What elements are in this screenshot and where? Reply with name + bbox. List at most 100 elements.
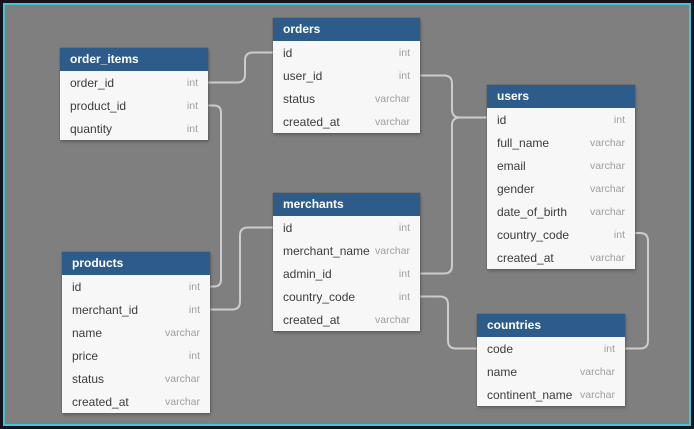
field-name: merchant_id (72, 302, 139, 317)
diagram-window: order_items order_id int product_id int quan… (0, 0, 694, 429)
field-type: int (186, 99, 198, 112)
field-row-merchants-created_at[interactable]: created_at varchar (273, 308, 420, 331)
table-fields: id int full_name varchar email varchar gender v… (487, 108, 635, 269)
field-type: varchar (589, 159, 625, 172)
table-merchants[interactable]: merchants id int merchant_name varchar admin… (273, 193, 420, 331)
field-type: int (613, 113, 625, 126)
table-products[interactable]: products id int merchant_id int name varchar p… (62, 252, 210, 413)
field-name: created_at (497, 250, 554, 265)
field-row-merchants-id[interactable]: id int (273, 216, 420, 239)
field-type: varchar (589, 251, 625, 264)
field-name: email (497, 158, 526, 173)
table-fields: code int name varchar continent_name varchar (477, 337, 625, 406)
field-row-products-merchant_id[interactable]: merchant_id int (62, 298, 210, 321)
field-row-merchants-country_code[interactable]: country_code int (273, 285, 420, 308)
field-row-countries-name[interactable]: name varchar (477, 360, 625, 383)
field-name: order_id (70, 75, 115, 90)
relationship-line-orders-users[interactable] (419, 74, 488, 119)
relationship-line-merchants-users[interactable] (419, 116, 488, 275)
table-fields: order_id int product_id int quantity int (60, 71, 208, 140)
field-row-products-name[interactable]: name varchar (62, 321, 210, 344)
field-row-countries-continent_name[interactable]: continent_name varchar (477, 383, 625, 406)
relationship-line-merchants-products[interactable] (209, 226, 274, 311)
field-row-users-email[interactable]: email varchar (487, 154, 635, 177)
field-row-users-gender[interactable]: gender varchar (487, 177, 635, 200)
table-header-merchants[interactable]: merchants (273, 193, 420, 216)
field-name: id (72, 279, 82, 294)
field-row-users-created_at[interactable]: created_at varchar (487, 246, 635, 269)
field-row-users-country_code[interactable]: country_code int (487, 223, 635, 246)
field-type: int (613, 228, 625, 241)
table-countries[interactable]: countries code int name varchar continent_na… (477, 314, 625, 406)
field-type: int (398, 267, 410, 280)
field-row-orders-user_id[interactable]: user_id int (273, 64, 420, 87)
field-row-merchants-merchant_name[interactable]: merchant_name varchar (273, 239, 420, 262)
table-title: orders (283, 22, 321, 36)
table-title: products (72, 256, 124, 270)
table-fields: id int user_id int status varchar created_at va… (273, 41, 420, 133)
table-header-users[interactable]: users (487, 85, 635, 108)
field-row-order_items-product_id[interactable]: product_id int (60, 94, 208, 117)
field-row-countries-code[interactable]: code int (477, 337, 625, 360)
field-type: int (398, 46, 410, 59)
field-row-users-date_of_birth[interactable]: date_of_birth varchar (487, 200, 635, 223)
table-header-countries[interactable]: countries (477, 314, 625, 337)
field-name: quantity (70, 121, 113, 136)
table-users[interactable]: users id int full_name varchar email varchar g… (487, 85, 635, 269)
table-header-orders[interactable]: orders (273, 18, 420, 41)
field-name: id (283, 45, 293, 60)
field-name: admin_id (283, 266, 332, 281)
field-row-products-created_at[interactable]: created_at varchar (62, 390, 210, 413)
field-row-users-full_name[interactable]: full_name varchar (487, 131, 635, 154)
field-type: int (603, 342, 615, 355)
field-name: price (72, 348, 99, 363)
field-row-order_items-quantity[interactable]: quantity int (60, 117, 208, 140)
field-row-products-id[interactable]: id int (62, 275, 210, 298)
table-title: merchants (283, 197, 344, 211)
field-name: full_name (497, 135, 550, 150)
field-row-products-status[interactable]: status varchar (62, 367, 210, 390)
field-row-users-id[interactable]: id int (487, 108, 635, 131)
field-name: gender (497, 181, 535, 196)
field-type: varchar (589, 182, 625, 195)
field-name: status (72, 371, 105, 386)
field-name: country_code (497, 227, 570, 242)
field-name: status (283, 91, 316, 106)
field-type: varchar (579, 365, 615, 378)
field-name: user_id (283, 68, 323, 83)
field-type: varchar (374, 92, 410, 105)
field-row-orders-status[interactable]: status varchar (273, 87, 420, 110)
table-fields: id int merchant_id int name varchar price int st… (62, 275, 210, 413)
field-type: int (188, 349, 200, 362)
field-row-merchants-admin_id[interactable]: admin_id int (273, 262, 420, 285)
field-row-products-price[interactable]: price int (62, 344, 210, 367)
field-type: varchar (579, 388, 615, 401)
table-title: users (497, 89, 530, 103)
field-name: created_at (283, 114, 340, 129)
field-name: continent_name (487, 387, 573, 402)
field-type: varchar (164, 372, 200, 385)
field-row-order_items-order_id[interactable]: order_id int (60, 71, 208, 94)
field-type: varchar (589, 136, 625, 149)
field-row-orders-created_at[interactable]: created_at varchar (273, 110, 420, 133)
field-name: name (487, 364, 518, 379)
table-header-products[interactable]: products (62, 252, 210, 275)
field-type: varchar (589, 205, 625, 218)
field-name: name (72, 325, 103, 340)
field-name: date_of_birth (497, 204, 568, 219)
relationship-line-merchants-countries[interactable] (419, 295, 478, 350)
field-name: country_code (283, 289, 356, 304)
field-name: created_at (72, 394, 129, 409)
field-name: merchant_name (283, 243, 370, 258)
field-name: code (487, 341, 514, 356)
relationship-line-order_items-orders[interactable] (207, 51, 274, 84)
field-type: int (188, 280, 200, 293)
field-type: int (398, 221, 410, 234)
table-orders[interactable]: orders id int user_id int status varchar creat… (273, 18, 420, 133)
field-type: int (398, 69, 410, 82)
field-type: varchar (374, 313, 410, 326)
table-order_items[interactable]: order_items order_id int product_id int quan… (60, 48, 208, 140)
field-name: id (497, 112, 507, 127)
field-row-orders-id[interactable]: id int (273, 41, 420, 64)
table-header-order_items[interactable]: order_items (60, 48, 208, 71)
